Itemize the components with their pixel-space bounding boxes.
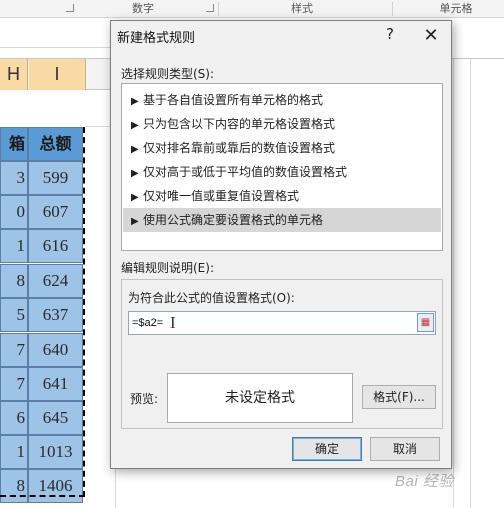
dialog-title: 新建格式规则 xyxy=(117,31,196,46)
table-cell-total[interactable]: 624 xyxy=(28,264,83,298)
table-cell-total[interactable]: 616 xyxy=(28,229,83,263)
rule-type-item[interactable]: ▶ 只为包含以下内容的单元格设置格式 xyxy=(123,112,441,136)
table-cell-total[interactable]: 641 xyxy=(28,367,83,401)
triangle-right-icon: ▶ xyxy=(131,216,139,227)
triangle-right-icon: ▶ xyxy=(131,144,139,155)
column-headers: H I xyxy=(0,58,115,90)
table-cell-h[interactable]: 3 xyxy=(0,161,28,195)
table-cell-total[interactable]: 640 xyxy=(28,333,83,367)
edit-rule-description-label: 编辑规则说明(E): xyxy=(121,261,214,275)
triangle-right-icon: ▶ xyxy=(131,96,139,107)
ribbon-group-cells: 单元格 xyxy=(439,2,473,15)
table-cell-h[interactable]: 1 xyxy=(0,435,28,469)
table-cell-total[interactable]: 1013 xyxy=(28,435,83,469)
rule-type-list[interactable]: ▶ 基于各自值设置所有单元格的格式 ▶ 只为包含以下内容的单元格设置格式 ▶ 仅对排名… xyxy=(121,83,443,251)
rule-type-item[interactable]: ▶ 仅对高于或低于平均值的数值设置格式 xyxy=(123,160,441,184)
table-cell-h[interactable]: 6 xyxy=(0,401,28,435)
table-cell-total[interactable]: 607 xyxy=(28,195,83,229)
table-cell-total[interactable]: 637 xyxy=(28,298,83,332)
ribbon-divider xyxy=(218,2,219,16)
table-header-total[interactable]: 总额 xyxy=(28,127,83,161)
rule-type-label: 仅对唯一值或重复值设置格式 xyxy=(143,189,300,203)
text-cursor-icon: I xyxy=(170,313,176,332)
ribbon-group-number: 数字 xyxy=(132,2,154,15)
column-header-i[interactable]: I xyxy=(29,58,86,90)
table-cell-h[interactable]: 5 xyxy=(0,298,28,332)
preview-box: 未设定格式 xyxy=(167,373,353,423)
table-cell-h[interactable]: 8 xyxy=(0,264,28,298)
grid-line xyxy=(470,58,471,508)
ribbon-group-styles: 样式 xyxy=(291,2,313,15)
rule-type-item[interactable]: ▶ 基于各自值设置所有单元格的格式 xyxy=(123,88,441,112)
dialog-launcher-icon[interactable] xyxy=(66,4,74,12)
rule-type-item[interactable]: ▶ 仅对排名靠前或靠后的数值设置格式 xyxy=(123,136,441,160)
rule-type-label: 仅对排名靠前或靠后的数值设置格式 xyxy=(143,141,336,155)
select-rule-type-label: 选择规则类型(S): xyxy=(121,67,215,81)
formula-bar[interactable] xyxy=(0,20,115,48)
table-cell-total[interactable]: 645 xyxy=(28,401,83,435)
cancel-button[interactable]: 取消 xyxy=(370,437,440,461)
help-icon[interactable]: ? xyxy=(381,25,399,47)
table-cell-h[interactable]: 8 xyxy=(0,469,28,503)
triangle-right-icon: ▶ xyxy=(131,192,139,203)
preview-label: 预览: xyxy=(130,392,159,406)
ok-button[interactable]: 确定 xyxy=(292,437,362,461)
table-header-box[interactable]: 箱 xyxy=(0,127,28,161)
ribbon-divider xyxy=(392,2,393,16)
baidu-watermark: Bai 经验 xyxy=(395,473,454,490)
format-button[interactable]: 格式(F)... xyxy=(362,385,436,409)
formula-label: 为符合此公式的值设置格式(O): xyxy=(128,291,295,305)
close-icon[interactable]: ✕ xyxy=(421,25,441,47)
column-header-h[interactable]: H xyxy=(0,58,28,90)
rule-type-item-selected[interactable]: ▶ 使用公式确定要设置格式的单元格 xyxy=(123,208,441,232)
new-format-rule-dialog: 新建格式规则 ? ✕ 选择规则类型(S): ▶ 基于各自值设置所有单元格的格式 ▶… xyxy=(110,20,452,469)
triangle-right-icon: ▶ xyxy=(131,120,139,131)
triangle-right-icon: ▶ xyxy=(131,168,139,179)
rule-type-label: 使用公式确定要设置格式的单元格 xyxy=(143,213,324,227)
grid-line xyxy=(453,58,454,508)
table-cell-h[interactable]: 1 xyxy=(0,229,28,263)
table-cell-h[interactable]: 7 xyxy=(0,367,28,401)
ribbon-strip: 数字 样式 单元格 xyxy=(0,0,504,18)
rule-type-label: 只为包含以下内容的单元格设置格式 xyxy=(143,117,336,131)
rule-type-label: 基于各自值设置所有单元格的格式 xyxy=(143,93,324,107)
range-select-icon[interactable]: ▦ xyxy=(417,313,434,332)
dialog-launcher-icon[interactable] xyxy=(206,4,214,12)
table-cell-h[interactable]: 0 xyxy=(0,195,28,229)
rule-type-item[interactable]: ▶ 仅对唯一值或重复值设置格式 xyxy=(123,184,441,208)
table-cell-h[interactable]: 7 xyxy=(0,333,28,367)
rule-type-label: 仅对高于或低于平均值的数值设置格式 xyxy=(143,165,348,179)
table-cell-total[interactable]: 599 xyxy=(28,161,83,195)
table-cell-total[interactable]: 1406 xyxy=(28,469,83,503)
